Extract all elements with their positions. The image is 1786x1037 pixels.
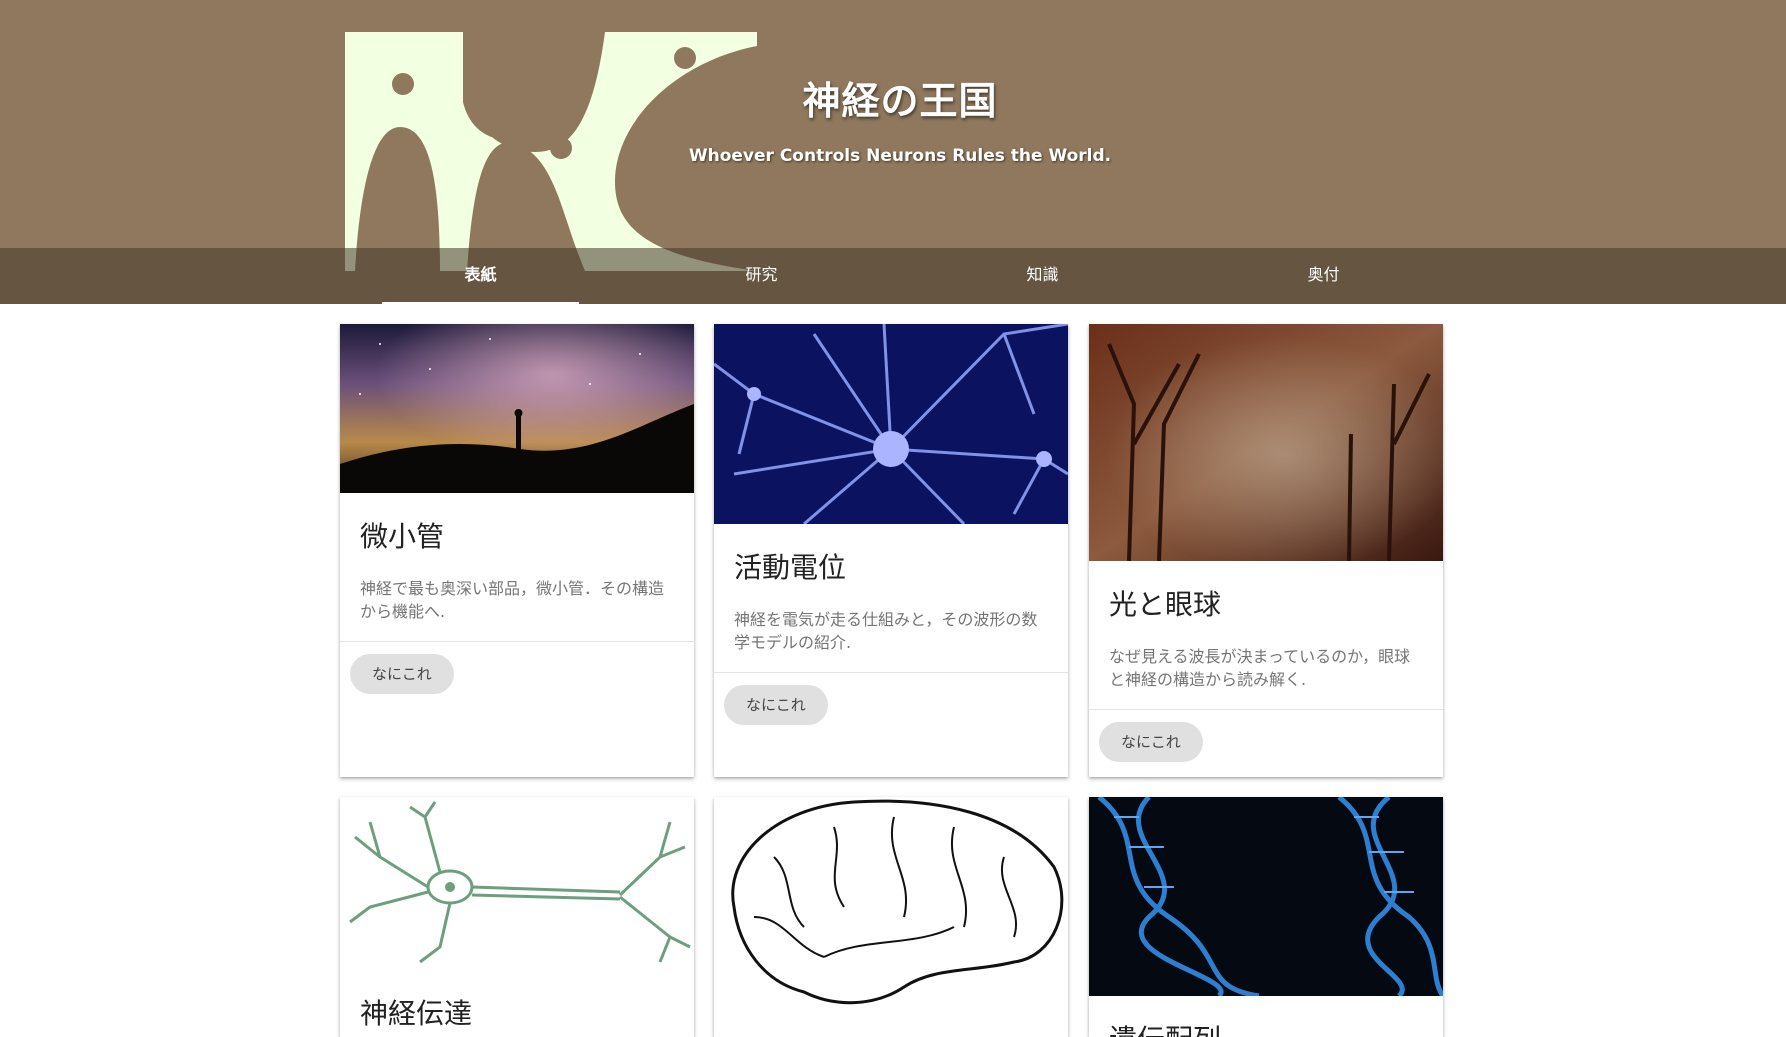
blue-neuron-network-image <box>714 324 1068 524</box>
site-title: 神経の王国 <box>802 79 998 123</box>
brain-outline-image <box>714 797 1068 1037</box>
tab-cover[interactable]: 表紙 <box>382 248 579 304</box>
card-genetic-sequence: 遺伝配列 <box>1089 797 1443 1037</box>
site-subtitle: Whoever Controls Neurons Rules the World… <box>688 146 1112 166</box>
neuron-line-drawing-image <box>340 797 694 970</box>
card-microtubule: 微小管 神経で最も奥深い部品，微小管．その構造から機能へ. なにこれ <box>340 324 694 777</box>
card-title: 光と眼球 <box>1109 588 1222 621</box>
what-is-this-button[interactable]: なにこれ <box>1099 722 1203 762</box>
card-actions: なにこれ <box>340 641 694 706</box>
card-description: なぜ見える波長が決まっているのか，眼球と神経の構造から読み解く. <box>1109 647 1411 689</box>
card-title: 活動電位 <box>734 551 847 584</box>
dna-helix-image <box>1089 797 1443 996</box>
card-title: 微小管 <box>360 520 445 553</box>
misty-forest-image <box>1089 324 1443 561</box>
tab-bar: 表紙 研究 知識 奥付 <box>0 248 1786 304</box>
starry-sky-silhouette-image <box>340 324 694 493</box>
card-title: 遺伝配列 <box>1089 996 1443 1037</box>
card-description: 神経を電気が走る仕組みと，その波形の数学モデルの紹介. <box>734 610 1038 652</box>
card-brain <box>714 797 1068 1037</box>
tab-research[interactable]: 研究 <box>663 248 860 302</box>
card-actions: なにこれ <box>1089 709 1443 774</box>
card-light-and-eyeball: 光と眼球 なぜ見える波長が決まっているのか，眼球と神経の構造から読み解く. なに… <box>1089 324 1443 777</box>
card-action-potential: 活動電位 神経を電気が走る仕組みと，その波形の数学モデルの紹介. なにこれ <box>714 324 1068 777</box>
card-neurotransmission: 神経伝達 <box>340 797 694 1037</box>
tab-knowledge[interactable]: 知識 <box>944 248 1141 302</box>
what-is-this-button[interactable]: なにこれ <box>350 654 454 694</box>
what-is-this-button[interactable]: なにこれ <box>724 685 828 725</box>
card-title: 神経伝達 <box>360 997 473 1030</box>
card-actions: なにこれ <box>714 672 1068 737</box>
site-header: 神経の王国 Whoever Controls Neurons Rules the… <box>0 0 1786 304</box>
tab-colophon[interactable]: 奥付 <box>1225 248 1422 302</box>
card-description: 神経で最も奥深い部品，微小管．その構造から機能へ. <box>360 579 665 621</box>
